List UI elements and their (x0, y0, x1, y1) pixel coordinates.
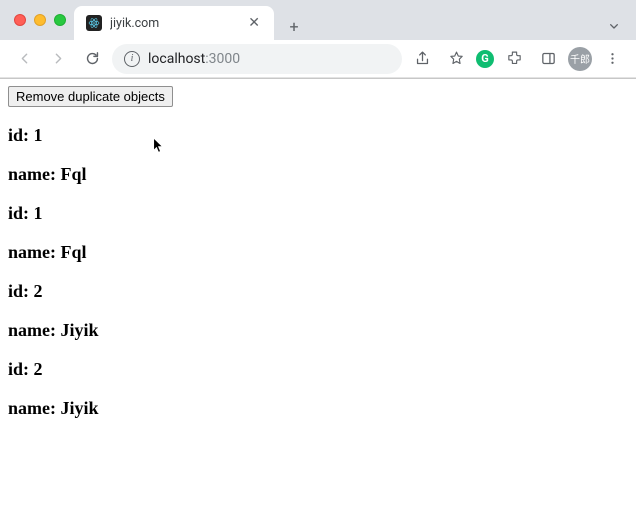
url-host: localhost (148, 51, 205, 67)
react-favicon-icon (86, 15, 102, 31)
toolbar: i localhost:3000 G 千郎 (0, 40, 636, 78)
share-button[interactable] (408, 45, 436, 73)
tab-title: jiyik.com (110, 16, 238, 31)
tab-close-button[interactable]: ✕ (246, 14, 262, 32)
entry-id: id: 1 (8, 125, 628, 146)
list-item: id: 1 name: Fql (8, 125, 628, 185)
site-info-icon[interactable]: i (124, 51, 140, 67)
entry-name: name: Fql (8, 242, 628, 263)
maximize-window-button[interactable] (54, 14, 66, 26)
page-content: Remove duplicate objects id: 1 name: Fql… (0, 79, 636, 441)
extension-grammarly-icon[interactable]: G (476, 50, 494, 68)
entry-id: id: 1 (8, 203, 628, 224)
entry-name: name: Fql (8, 164, 628, 185)
bookmark-button[interactable] (442, 45, 470, 73)
side-panel-button[interactable] (534, 45, 562, 73)
profile-avatar[interactable]: 千郎 (568, 47, 592, 71)
new-tab-button[interactable]: + (280, 12, 308, 40)
browser-tab[interactable]: jiyik.com ✕ (74, 6, 274, 40)
entry-name: name: Jiyik (8, 320, 628, 341)
window-controls (8, 0, 74, 40)
address-bar[interactable]: i localhost:3000 (112, 44, 402, 74)
list-item: id: 2 name: Jiyik (8, 281, 628, 341)
remove-duplicates-button[interactable]: Remove duplicate objects (8, 86, 173, 107)
forward-button[interactable] (44, 45, 72, 73)
browser-chrome: jiyik.com ✕ + i localhost:3000 G (0, 0, 636, 79)
tab-strip: jiyik.com ✕ + (0, 0, 636, 40)
list-item: id: 1 name: Fql (8, 203, 628, 263)
list-item: id: 2 name: Jiyik (8, 359, 628, 419)
entries-list: id: 1 name: Fql id: 1 name: Fql id: 2 na… (8, 125, 628, 419)
back-button[interactable] (10, 45, 38, 73)
entry-id: id: 2 (8, 359, 628, 380)
entry-name: name: Jiyik (8, 398, 628, 419)
tabs-dropdown-button[interactable] (600, 12, 628, 40)
entry-id: id: 2 (8, 281, 628, 302)
minimize-window-button[interactable] (34, 14, 46, 26)
reload-button[interactable] (78, 45, 106, 73)
extensions-button[interactable] (500, 45, 528, 73)
kebab-menu-button[interactable] (598, 45, 626, 73)
url-port: :3000 (205, 51, 240, 67)
close-window-button[interactable] (14, 14, 26, 26)
